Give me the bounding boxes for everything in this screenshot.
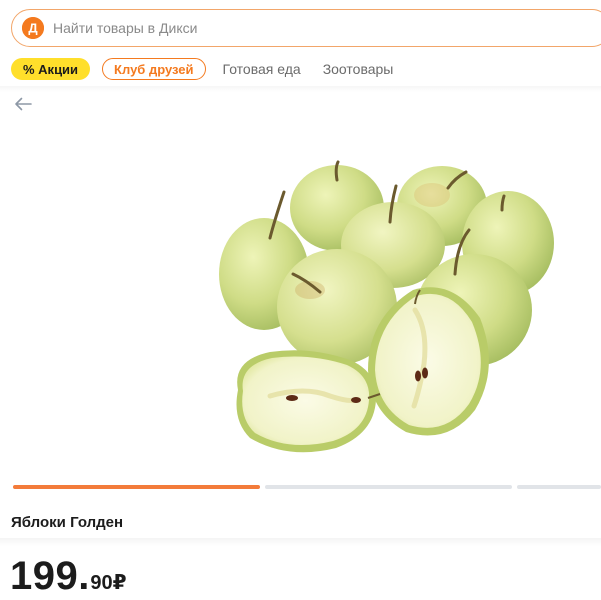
currency-sign: ₽ — [112, 572, 127, 594]
search-bar[interactable]: Д — [11, 9, 601, 47]
golden-apples-photo[interactable] — [210, 150, 570, 460]
product-price: 199 . 90 ₽ — [10, 554, 127, 598]
price-separator: . — [78, 554, 90, 598]
product-title: Яблоки Голден — [11, 514, 124, 531]
search-input[interactable] — [53, 20, 533, 36]
header-divider — [0, 86, 601, 92]
price-rubles: 199 — [10, 554, 79, 598]
category-chips: % Акции Клуб друзей Готовая еда Зоотовар… — [11, 58, 393, 80]
back-button[interactable] — [10, 94, 36, 114]
dixy-logo-icon[interactable]: Д — [22, 17, 44, 39]
product-page: Д % Акции Клуб друзей Готовая еда Зоотов… — [0, 0, 601, 600]
gallery-segment-3[interactable] — [517, 485, 601, 489]
price-kopecks: 90 — [90, 572, 113, 594]
arrow-left-icon — [15, 97, 32, 111]
logo-letter: Д — [28, 21, 38, 36]
category-link-pet-products[interactable]: Зоотовары — [323, 61, 394, 77]
gallery-segment-2[interactable] — [265, 485, 512, 489]
title-divider — [0, 538, 601, 546]
club-chip[interactable]: Клуб друзей — [102, 58, 206, 80]
category-link-ready-food[interactable]: Готовая еда — [223, 61, 301, 77]
gallery-segment-1[interactable] — [13, 485, 260, 489]
promo-chip[interactable]: % Акции — [11, 58, 91, 80]
